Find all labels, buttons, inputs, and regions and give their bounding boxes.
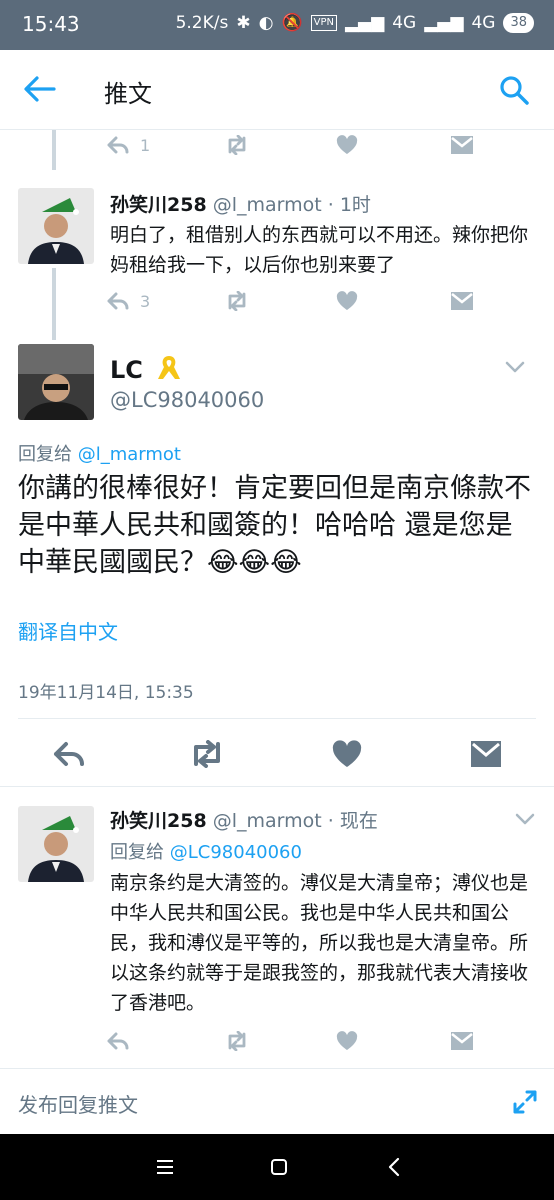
reply-icon [107,136,129,154]
reply-count: 1 [140,135,151,155]
heart-icon [336,1031,358,1050]
retweet-icon[interactable] [188,740,226,768]
avatar-image [18,188,94,264]
search-icon[interactable] [498,74,530,106]
reply-icon[interactable] [52,740,86,768]
display-name[interactable]: LC [110,356,143,384]
retweet-button[interactable] [224,1026,250,1056]
tweet-time: · 现在 [327,810,378,832]
expand-icon[interactable] [512,1089,538,1115]
retweet-icon [228,291,246,311]
tweet-text: 明白了，租借别人的东西就可以不用还。辣你把你妈租给我一下，以后你也别来要了 [110,224,529,276]
tweet-text: 南京条约是大清签的。溥仪是大清皇帝；溥仪也是中华人民共和国公民。我也是中华人民共… [110,872,529,1014]
network-speed: 5.2K/s [175,13,229,33]
tweet-actions: 3 [106,286,486,316]
reply-to-link[interactable]: @l_marmot [78,444,181,465]
tweet-actions [106,1026,486,1056]
divider [0,786,554,787]
compose-placeholder[interactable]: 发布回复推文 [18,1089,138,1118]
translate-link[interactable]: 翻译自中文 [18,616,118,645]
menu-icon[interactable] [154,1156,176,1178]
reply-icon [107,292,129,310]
like-button[interactable] [336,1026,358,1056]
dm-button[interactable] [450,130,474,160]
tweet-header: 孙笑川258 @l_marmot · 现在 [110,806,378,833]
network-type-1: 4G [392,13,417,33]
user-handle[interactable]: @LC98040060 [110,388,264,412]
avatar-image [18,344,94,420]
reply-button[interactable]: 3 [106,286,150,316]
thread-line [52,130,56,170]
display-name[interactable]: 孙笑川258 [110,194,207,216]
user-handle[interactable]: @l_marmot [213,810,322,832]
home-icon[interactable] [268,1156,290,1178]
heart-icon[interactable] [332,740,362,768]
signal-icon: ▂▄▆ [344,13,385,33]
compose-reply-bar[interactable]: 发布回复推文 [0,1068,554,1134]
page-title: 推文 [104,80,152,108]
network-type-2: 4G [471,13,496,33]
divider [18,718,536,719]
dm-button[interactable] [450,286,474,316]
thread-line [52,268,56,340]
status-bar: 15:43 5.2K/s ✱ ◐ 🔕 VPN ▂▄▆ 4G ▂▄▆ 4G 38 [0,0,554,50]
battery-icon: 38 [503,13,534,33]
retweet-button[interactable] [224,286,250,316]
reply-to-link[interactable]: @LC98040060 [170,842,302,863]
main-tweet-text: 你講的很棒很好！肯定要回但是南京條款不是中華人民共和國簽的！哈哈哈 還是您是中華… [18,473,531,578]
display-name[interactable]: 孙笑川258 [110,810,207,832]
tweet-actions: 1 [106,130,486,160]
signal-icon-2: ▂▄▆ [424,13,464,33]
tweet-timestamp: 19年11月14日, 15:35 [18,683,194,703]
reply-button[interactable] [106,1026,130,1056]
envelope-icon [451,136,473,154]
tweet-time: · 1时 [327,194,371,216]
dm-button[interactable] [450,1026,474,1056]
like-button[interactable] [336,286,358,316]
system-nav-bar [0,1134,554,1200]
envelope-icon [451,292,473,310]
avatar[interactable] [18,188,94,264]
tweet-header: 孙笑川258 @l_marmot · 1时 [110,190,371,217]
mute-icon: 🔕 [281,13,303,33]
chevron-down-icon[interactable] [514,812,536,826]
yellow-ribbon-icon [158,356,181,379]
chevron-down-icon[interactable] [504,360,526,374]
toggle-icon: ◐ [258,13,274,33]
status-time: 15:43 [22,12,80,36]
reply-to-line: 回复给 @l_marmot [18,440,181,466]
back-icon[interactable] [384,1156,406,1178]
user-handle[interactable]: @l_marmot [213,194,322,216]
retweet-button[interactable] [224,130,250,160]
reply-prefix: 回复给 [18,444,72,465]
avatar[interactable] [18,344,94,420]
heart-icon [336,135,358,154]
retweet-icon [228,135,246,155]
avatar-image [18,806,94,882]
envelope-icon[interactable] [470,740,502,768]
back-arrow-icon[interactable] [22,74,56,104]
vpn-badge: VPN [310,15,337,31]
like-button[interactable] [336,130,358,160]
retweet-icon [228,1031,246,1051]
envelope-icon [451,1032,473,1050]
avatar[interactable] [18,806,94,882]
main-tweet-actions [0,720,554,786]
bluetooth-icon: ✱ [236,13,251,33]
reply-count: 3 [140,291,151,311]
app-bar: 推文 [0,50,554,130]
reply-icon [107,1032,129,1050]
reply-prefix: 回复给 [110,842,164,863]
reply-to-line: 回复给 @LC98040060 [110,838,302,864]
heart-icon [336,291,358,310]
reply-button[interactable]: 1 [106,130,150,160]
